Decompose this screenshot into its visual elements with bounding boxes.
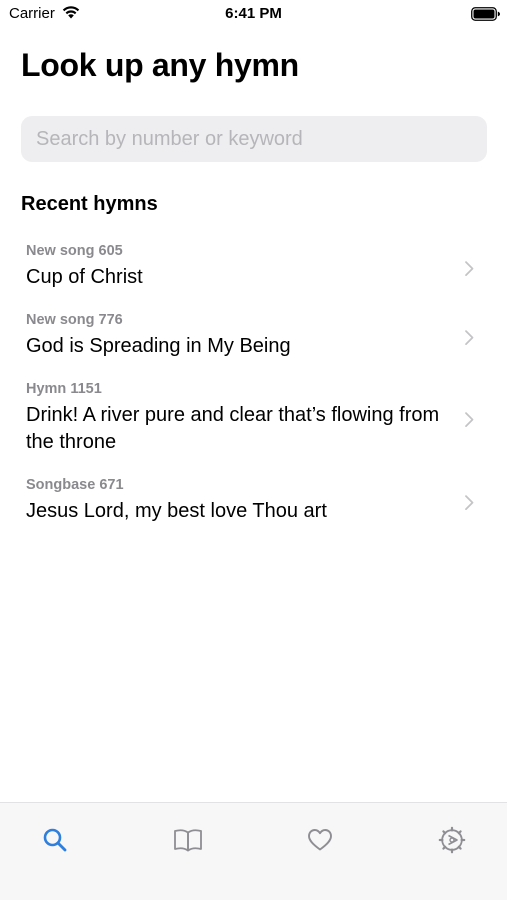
settings-icon bbox=[438, 826, 466, 854]
hymn-number: New song 776 bbox=[26, 312, 123, 328]
tab-bar bbox=[0, 802, 507, 900]
hymn-title: Drink! A river pure and clear that’s flo… bbox=[26, 404, 440, 453]
heart-icon bbox=[308, 829, 332, 851]
hymn-number: Songbase 671 bbox=[26, 477, 124, 493]
hymn-title: God is Spreading in My Being bbox=[26, 335, 291, 357]
chevron-right-icon bbox=[465, 412, 474, 428]
clock: 6:41 PM bbox=[225, 5, 282, 22]
list-item[interactable]: Hymn 1151 Drink! A river pure and clear … bbox=[0, 370, 507, 466]
recent-hymns-list: New song 605 Cup of Christ New song 776 … bbox=[0, 232, 507, 535]
hymn-title: Jesus Lord, my best love Thou art bbox=[26, 500, 327, 522]
hymn-title: Cup of Christ bbox=[26, 266, 143, 288]
search-icon bbox=[43, 828, 67, 852]
hymn-number: New song 605 bbox=[26, 243, 123, 259]
tab-search[interactable] bbox=[35, 823, 75, 857]
chevron-right-icon bbox=[465, 329, 474, 345]
status-bar: Carrier 6:41 PM bbox=[0, 0, 507, 28]
book-icon bbox=[174, 829, 202, 852]
screen: Carrier 6:41 PM Look up any hymn Recent … bbox=[0, 0, 507, 900]
tab-settings[interactable] bbox=[432, 823, 472, 857]
tab-browse[interactable] bbox=[168, 823, 208, 857]
search-input[interactable] bbox=[21, 116, 487, 162]
tab-favorites[interactable] bbox=[300, 823, 340, 857]
chevron-right-icon bbox=[465, 260, 474, 276]
chevron-right-icon bbox=[465, 494, 474, 510]
list-item[interactable]: New song 605 Cup of Christ bbox=[0, 232, 507, 301]
section-title-recent: Recent hymns bbox=[21, 193, 158, 215]
hymn-number: Hymn 1151 bbox=[26, 381, 102, 397]
list-item[interactable]: New song 776 God is Spreading in My Bein… bbox=[0, 301, 507, 370]
battery-icon bbox=[471, 7, 500, 21]
list-item[interactable]: Songbase 671 Jesus Lord, my best love Th… bbox=[0, 466, 507, 535]
page-title: Look up any hymn bbox=[21, 47, 299, 83]
search-box[interactable] bbox=[21, 116, 487, 162]
